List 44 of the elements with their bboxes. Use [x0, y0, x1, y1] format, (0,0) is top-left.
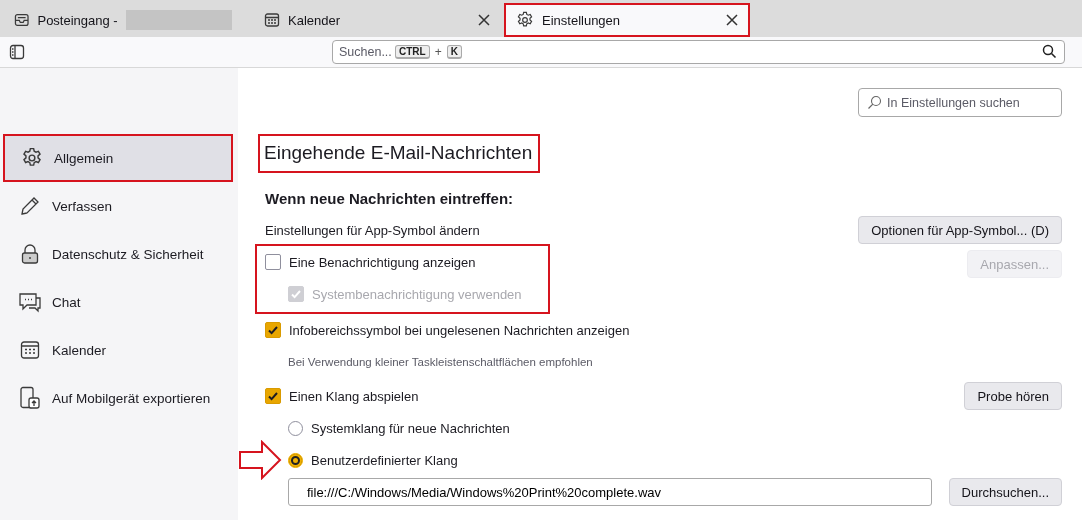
- action-button[interactable]: Durchsuchen...: [948, 478, 1062, 506]
- checkbox-label[interactable]: Einen Klang abspielen: [289, 388, 419, 404]
- hint-text: Bei Verwendung kleiner Taskleistenschaltflächen empfohlen: [288, 356, 593, 368]
- checkbox[interactable]: [265, 322, 281, 338]
- sidebar-item[interactable]: Auf Mobilgerät exportieren: [3, 374, 233, 422]
- lock-icon: [20, 243, 40, 265]
- key-cap: CTRL: [395, 45, 430, 59]
- sidebar-item[interactable]: Kalender: [3, 326, 233, 374]
- settings-icon: [21, 147, 43, 169]
- section-heading: Eingehende E-Mail-Nachrichten: [258, 134, 541, 173]
- radio-button[interactable]: [288, 452, 303, 468]
- radio-label[interactable]: Benutzerdefinierter Klang: [311, 452, 458, 468]
- subsection-title: Wenn neue Nachrichten eintreffen:: [265, 190, 515, 207]
- checkbox-label[interactable]: Infobereichssymbol bei ungelesenen Nachrichten anzeigen: [289, 322, 630, 338]
- close-icon[interactable]: [726, 14, 738, 26]
- calendar-icon: [20, 340, 40, 360]
- sidebar-item[interactable]: Chat: [3, 278, 233, 326]
- action-button[interactable]: Optionen für App-Symbol... (D): [858, 216, 1062, 244]
- inbox-icon: [14, 12, 30, 28]
- sidebar-item[interactable]: Verfassen: [3, 182, 233, 230]
- action-button[interactable]: Probe hören: [964, 382, 1062, 410]
- chat-icon: [18, 291, 42, 313]
- setting-label: Einstellungen für App-Symbol ändern: [265, 222, 480, 238]
- checkbox[interactable]: [265, 388, 281, 404]
- checkbox-label[interactable]: Eine Benachrichtigung anzeigen: [289, 254, 476, 270]
- plus-sign: +: [434, 45, 442, 59]
- search-icon: [1042, 44, 1057, 59]
- settings-search-field[interactable]: In Einstellungen suchen: [858, 88, 1062, 117]
- calendar-icon: [264, 12, 280, 28]
- file-path-field[interactable]: file:///C:/Windows/Media/Windows%20Print%20complete.wav: [288, 478, 932, 506]
- pencil-icon: [19, 195, 41, 217]
- radio-button[interactable]: [288, 420, 303, 436]
- sidebar-toggle-icon[interactable]: [9, 44, 25, 60]
- phone-export-icon: [19, 386, 41, 410]
- close-icon[interactable]: [478, 14, 490, 26]
- search-icon: [867, 95, 882, 110]
- settings-icon: [516, 11, 534, 29]
- sidebar-item[interactable]: Allgemein: [3, 134, 233, 182]
- checkbox[interactable]: [265, 254, 281, 270]
- tab[interactable]: Einstellungen: [504, 3, 750, 37]
- tab[interactable]: Posteingang -: [4, 3, 250, 37]
- sidebar-item[interactable]: Datenschutz & Sicherheit: [3, 230, 233, 278]
- radio-label[interactable]: Systemklang für neue Nachrichten: [311, 420, 510, 436]
- tab[interactable]: Kalender: [254, 3, 500, 37]
